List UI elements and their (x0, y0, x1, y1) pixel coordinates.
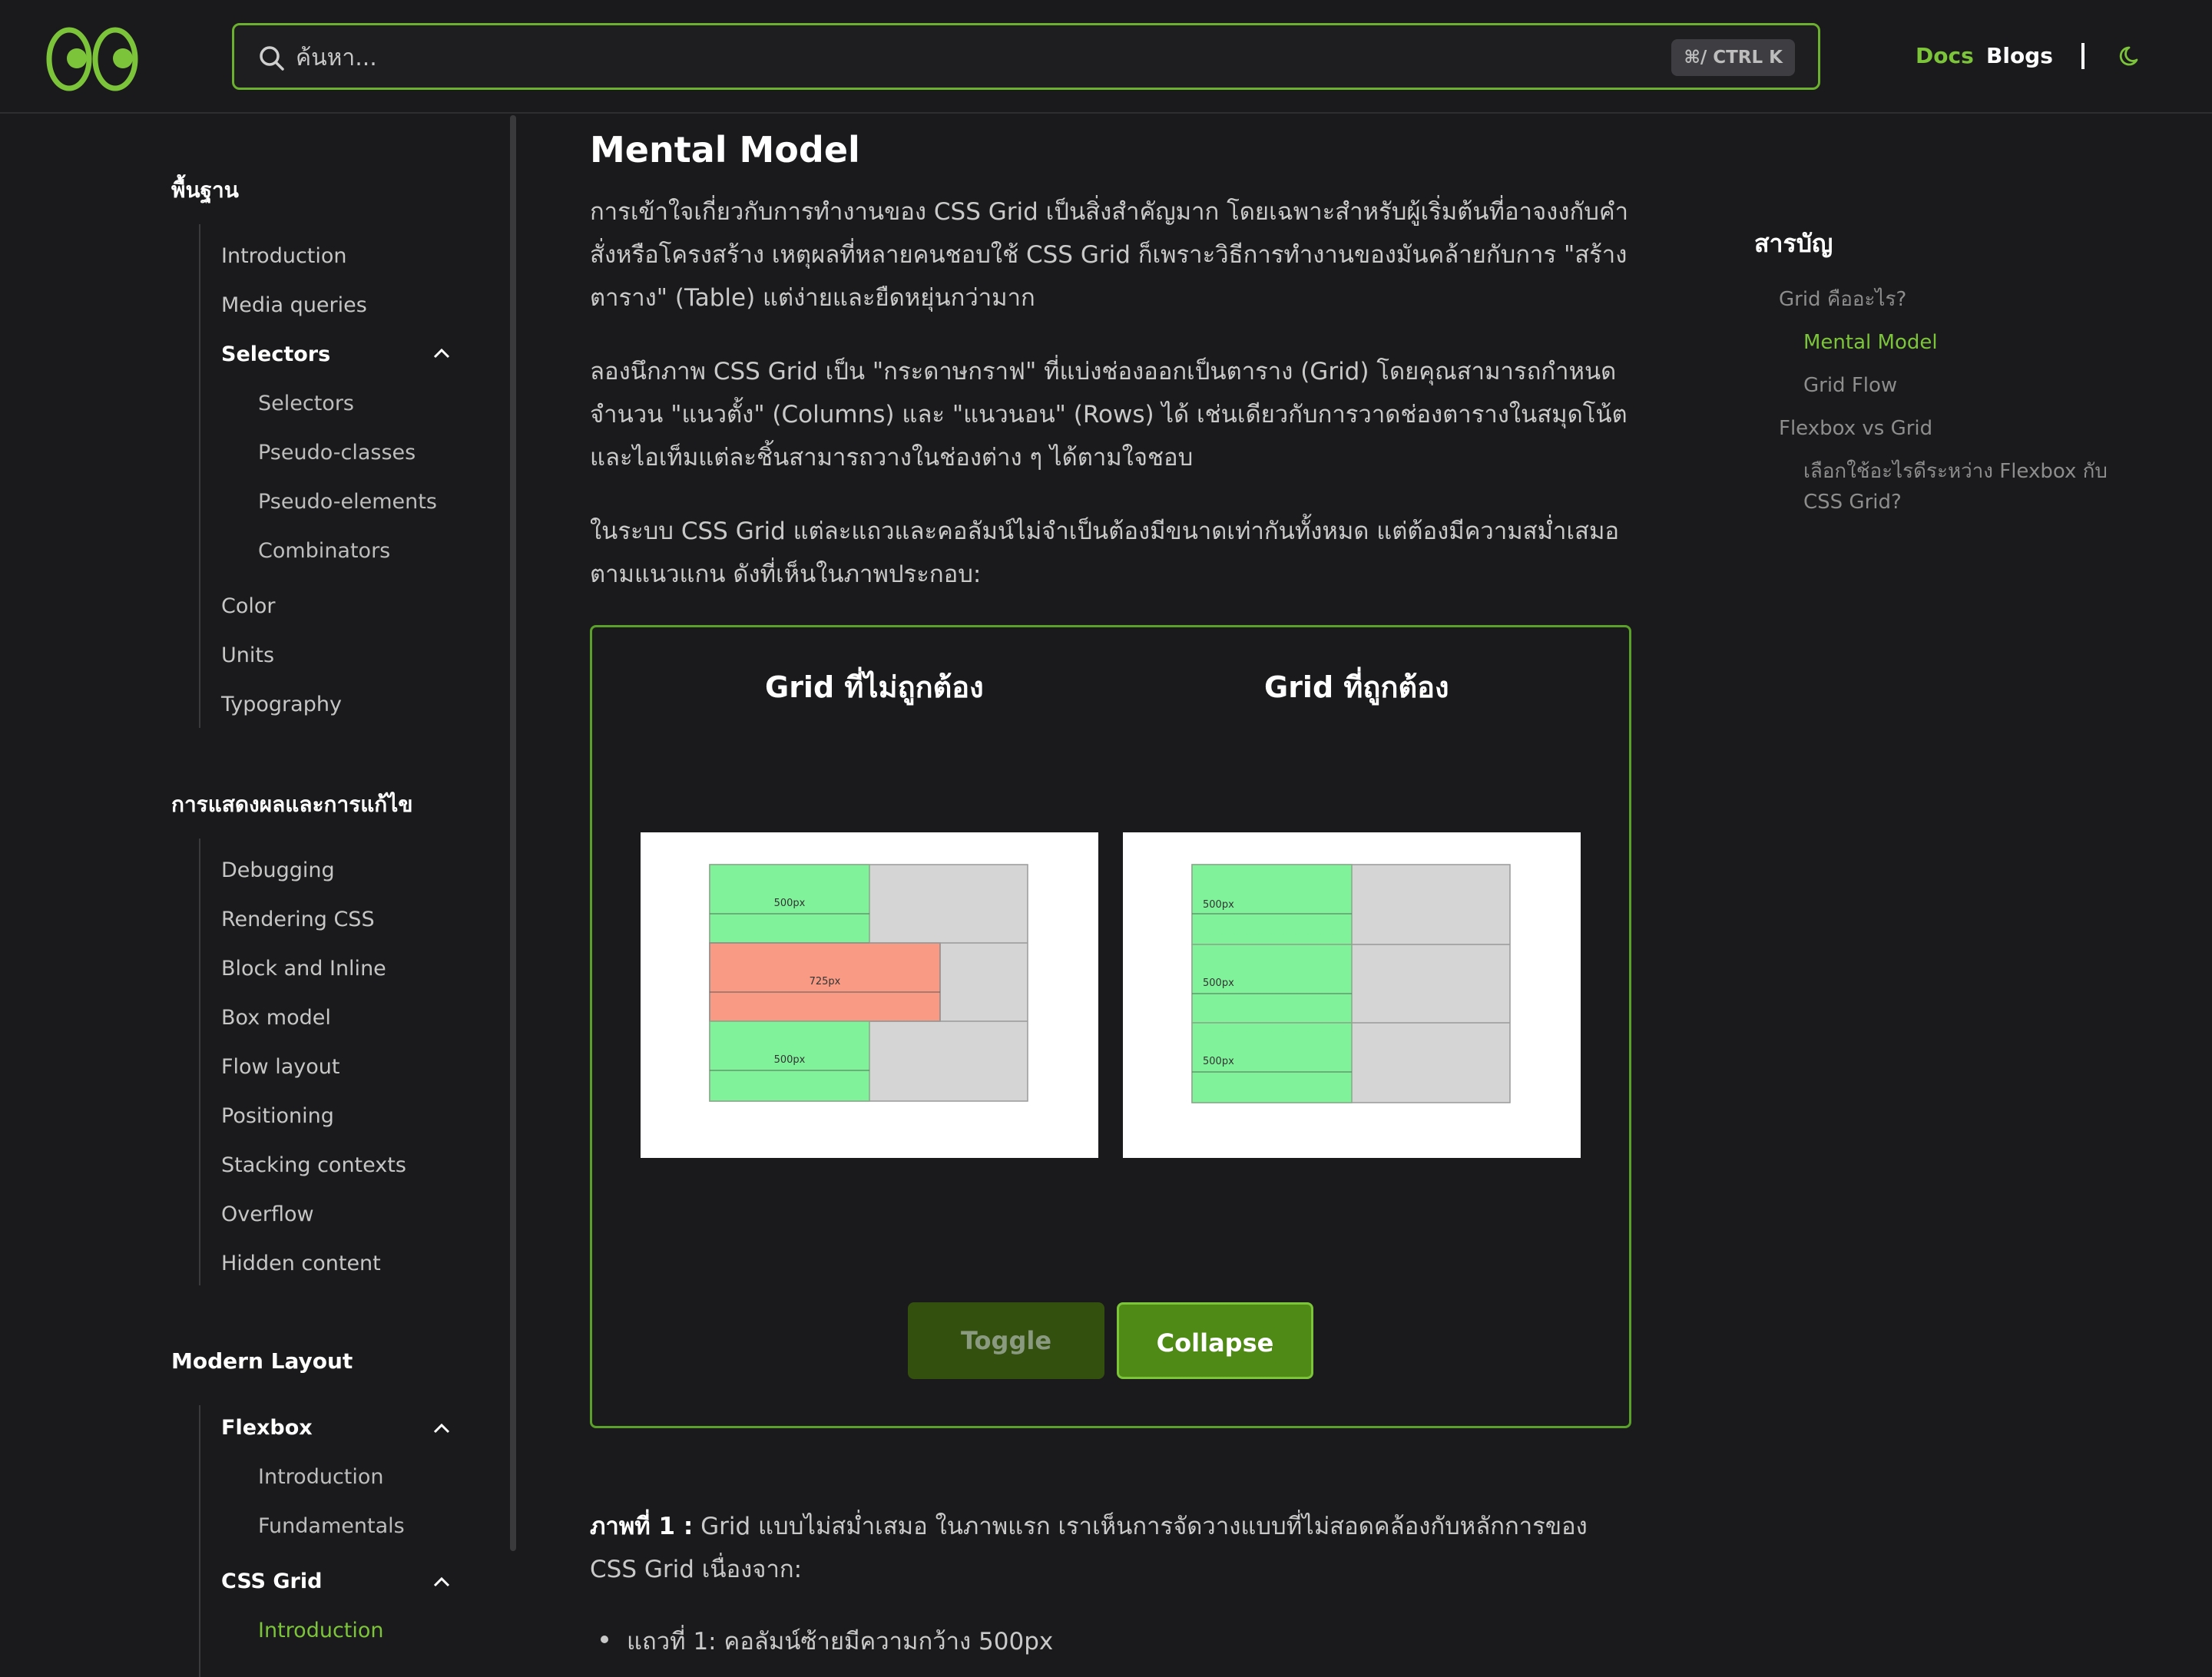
demo-title-incorrect: Grid ที่ไม่ถูกต้อง (765, 670, 984, 704)
sidebar-tree-line (199, 838, 200, 1285)
toggle-button[interactable]: Toggle (908, 1302, 1104, 1379)
sidebar-item[interactable]: Typography (221, 693, 342, 716)
demo-title-correct: Grid ที่ถูกต้อง (1264, 670, 1449, 704)
sidebar-scrollbar[interactable] (510, 115, 516, 1551)
top-header: ⌘/ CTRL K Docs Blogs (0, 0, 2212, 114)
sidebar-subitem[interactable]: Pseudo-classes (258, 441, 416, 465)
sidebar-item[interactable]: Media queries (221, 293, 367, 317)
row-width-label: 500px (774, 1054, 806, 1066)
caption-text: Grid แบบไม่สม่ำเสมอ ในภาพแรก เราเห็นการจ… (590, 1513, 1588, 1583)
sidebar-item[interactable]: Color (221, 594, 276, 618)
sidebar-subitem[interactable]: Combinators (258, 539, 390, 563)
sidebar-tree-line (199, 1405, 200, 1677)
search-shortcut-badge: ⌘/ CTRL K (1671, 39, 1795, 76)
sidebar-group-css-grid[interactable]: CSS Grid (221, 1570, 322, 1593)
sidebar-item[interactable]: Flow layout (221, 1055, 339, 1079)
sidebar-item[interactable]: Stacking contexts (221, 1153, 406, 1177)
moon-icon[interactable] (2118, 43, 2144, 69)
eyes-logo-icon[interactable] (46, 25, 138, 94)
sidebar-item[interactable]: Introduction (221, 244, 347, 268)
sidebar-subitem[interactable]: Fundamentals (258, 1514, 405, 1538)
toc-item-active[interactable]: Mental Model (1803, 327, 1938, 358)
sidebar-item[interactable]: Units (221, 643, 274, 667)
row-width-label: 500px (1203, 1056, 1234, 1067)
sidebar-item[interactable]: Overflow (221, 1202, 314, 1226)
correct-grid-image: 500px 500px 500px (1123, 832, 1581, 1158)
paragraph: ในระบบ CSS Grid แต่ละแถวและคอลัมน์ไม่จำเ… (590, 518, 1620, 588)
sidebar-subitem[interactable]: Pseudo-elements (258, 490, 437, 514)
paragraph: ลองนึกภาพ CSS Grid เป็น "กระดาษกราฟ" ที่… (590, 358, 1628, 471)
sidebar-subitem[interactable]: Selectors (258, 392, 354, 415)
row-width-label: 500px (1203, 899, 1234, 911)
chevron-up-icon[interactable] (432, 1422, 452, 1434)
sidebar-section-title: Modern Layout (171, 1348, 353, 1374)
search-icon (260, 46, 284, 71)
bullet-dot (601, 1636, 608, 1643)
toc-item[interactable]: Flexbox vs Grid (1779, 413, 1932, 444)
toc-item[interactable]: Grid คืออะไร? (1779, 284, 1906, 315)
sidebar-item[interactable]: Rendering CSS (221, 908, 375, 931)
nav-divider (2081, 43, 2085, 69)
sidebar-section-title: การแสดงผลและการแก้ไข (171, 792, 413, 817)
chevron-up-icon[interactable] (432, 1576, 452, 1588)
collapse-button[interactable]: Collapse (1117, 1302, 1313, 1379)
nav-docs-link[interactable]: Docs (1916, 43, 1974, 68)
paragraph: การเข้าใจเกี่ยวกับการทำงานของ CSS Grid เ… (590, 198, 1629, 312)
page-title: Mental Model (590, 129, 860, 170)
sidebar-subitem-active[interactable]: Introduction (258, 1619, 384, 1642)
sidebar-item[interactable]: Debugging (221, 858, 335, 882)
nav-blogs-link[interactable]: Blogs (1986, 43, 2053, 68)
search-input[interactable] (296, 36, 1678, 79)
sidebar-tree-line (199, 224, 200, 728)
toc-item[interactable]: Grid Flow (1803, 370, 1897, 401)
sidebar-item[interactable]: Block and Inline (221, 957, 386, 981)
sidebar-subitem[interactable]: Introduction (258, 1465, 384, 1489)
list-item: แถวที่ 1: คอลัมน์ซ้ายมีความกว้าง 500px (627, 1628, 1054, 1656)
caption-label: ภาพที่ 1 : (590, 1513, 694, 1540)
toc-item[interactable]: เลือกใช้อะไรดีระหว่าง Flexbox กับ CSS Gr… (1803, 456, 2134, 518)
row-width-label: 725px (810, 976, 841, 987)
row-width-label: 500px (774, 898, 806, 909)
sidebar-section-title: พื้นฐาน (171, 177, 239, 203)
sidebar-group-flexbox[interactable]: Flexbox (221, 1416, 313, 1440)
sidebar-group-selectors[interactable]: Selectors (221, 342, 330, 366)
sidebar-item[interactable]: Box model (221, 1006, 331, 1030)
incorrect-grid-image: 500px 725px 500px (641, 832, 1098, 1158)
sidebar-item[interactable]: Hidden content (221, 1252, 381, 1275)
figure-caption: ภาพที่ 1 : Grid แบบไม่สม่ำเสมอ ในภาพแรก … (590, 1505, 1634, 1591)
toc-title: สารบัญ (1754, 229, 1833, 258)
sidebar-item[interactable]: Positioning (221, 1104, 334, 1128)
search-bar[interactable]: ⌘/ CTRL K (232, 23, 1820, 90)
chevron-up-icon[interactable] (432, 347, 452, 359)
row-width-label: 500px (1203, 977, 1234, 989)
